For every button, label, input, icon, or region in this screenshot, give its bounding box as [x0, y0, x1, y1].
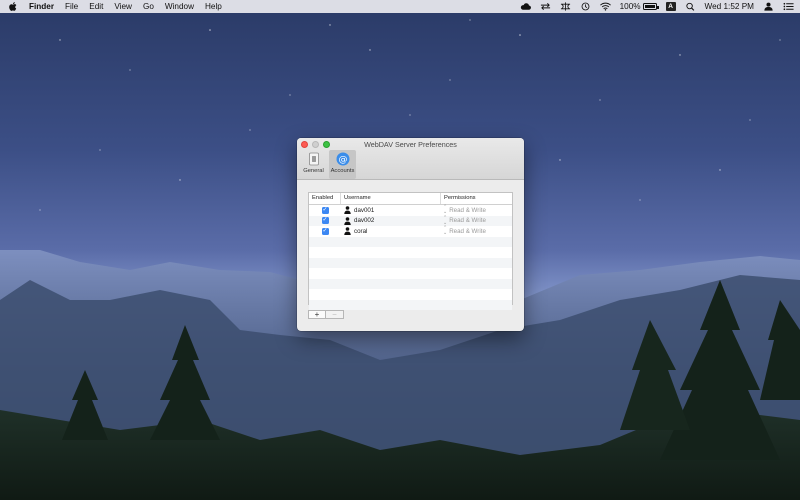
tab-accounts-label: Accounts [330, 168, 355, 174]
remove-account-button[interactable]: − [326, 310, 344, 319]
window-titlebar[interactable]: WebDAV Server Preferences General @ Acco… [297, 138, 524, 180]
username-cell: coral [341, 226, 441, 237]
spotlight-search-icon[interactable] [685, 2, 696, 11]
battery-indicator[interactable]: 100% [619, 0, 659, 13]
menu-edit[interactable]: Edit [89, 0, 103, 13]
table-button-bar: + − [308, 310, 344, 319]
user-icon [344, 216, 351, 225]
user-icon [344, 206, 351, 215]
accounts-table: Enabled Username Permissions ✓ dav001 ⌃ ⌄… [308, 192, 513, 310]
permissions-popup[interactable]: ⌃ ⌄ Read & Write [441, 205, 512, 216]
chevron-updown-icon: ⌃ ⌄ [443, 204, 448, 216]
preferences-toolbar: General @ Accounts [300, 150, 356, 179]
time-machine-icon[interactable] [580, 2, 591, 11]
enabled-cell: ✓ [309, 226, 341, 237]
header-username[interactable]: Username [341, 193, 441, 204]
empty-row [309, 268, 512, 279]
svg-text:@: @ [338, 155, 347, 165]
menu-help[interactable]: Help [205, 0, 222, 13]
battery-icon [642, 3, 659, 10]
username-text: dav001 [354, 206, 375, 214]
enabled-checkbox[interactable]: ✓ [321, 227, 329, 235]
permissions-text: Read & Write [449, 227, 486, 235]
enabled-cell: ✓ [309, 205, 341, 216]
tab-general-label: General [303, 168, 324, 174]
wifi-icon[interactable] [599, 2, 611, 11]
sync-icon[interactable] [540, 2, 551, 11]
table-row[interactable]: ✓ dav002 ⌃ ⌄ Read & Write [309, 214, 512, 227]
header-enabled[interactable]: Enabled [309, 193, 341, 204]
username-cell: dav001 [341, 205, 441, 216]
window-title: WebDAV Server Preferences [364, 140, 457, 149]
table-header: Enabled Username Permissions [309, 193, 512, 205]
menu-window[interactable]: Window [165, 0, 194, 13]
notification-center-icon[interactable] [783, 2, 794, 11]
at-sign-icon: @ [336, 152, 349, 166]
enabled-checkbox[interactable]: ✓ [321, 206, 329, 214]
empty-row [309, 278, 512, 289]
permissions-text: Read & Write [449, 217, 486, 225]
permissions-popup[interactable]: ⌃ ⌄ Read & Write [441, 226, 512, 237]
permissions-popup[interactable]: ⌃ ⌄ Read & Write [441, 214, 512, 227]
username-text: dav002 [354, 217, 375, 225]
username-text: coral [354, 227, 368, 235]
chevron-updown-icon: ⌃ ⌄ [443, 214, 448, 226]
general-icon [308, 152, 319, 166]
menu-bar: Finder File Edit View Go Window Help 100… [0, 0, 800, 13]
cloud-icon[interactable] [520, 2, 531, 11]
menu-view[interactable]: View [114, 0, 132, 13]
enabled-checkbox[interactable]: ✓ [321, 217, 329, 225]
empty-row [309, 236, 512, 247]
clock[interactable]: Wed 1:52 PM [705, 0, 754, 13]
battery-percent: 100% [619, 2, 641, 11]
empty-row [309, 257, 512, 268]
menu-finder[interactable]: Finder [29, 0, 54, 13]
menu-file[interactable]: File [65, 0, 78, 13]
enabled-cell: ✓ [309, 216, 341, 227]
username-cell: dav002 [341, 216, 441, 227]
input-source-icon[interactable]: A [665, 2, 676, 11]
header-permissions[interactable]: Permissions [441, 193, 512, 204]
tab-general[interactable]: General [300, 150, 327, 179]
apple-logo-icon[interactable] [9, 2, 17, 11]
tab-accounts[interactable]: @ Accounts [329, 150, 356, 179]
permissions-text: Read & Write [449, 206, 486, 214]
preferences-window: WebDAV Server Preferences General @ Acco… [297, 138, 524, 331]
table-row[interactable]: ✓ coral ⌃ ⌄ Read & Write [309, 226, 512, 237]
empty-row [309, 247, 512, 258]
menu-go[interactable]: Go [143, 0, 154, 13]
empty-row [309, 289, 512, 300]
table-row[interactable]: ✓ dav001 ⌃ ⌄ Read & Write [309, 205, 512, 216]
empty-row [309, 299, 512, 310]
network-icon[interactable] [560, 2, 571, 11]
chevron-updown-icon: ⌃ ⌄ [443, 225, 448, 237]
add-account-button[interactable]: + [308, 310, 326, 319]
user-icon[interactable] [763, 2, 774, 11]
user-icon [344, 227, 351, 236]
status-area: 100% A Wed 1:52 PM [520, 0, 794, 13]
